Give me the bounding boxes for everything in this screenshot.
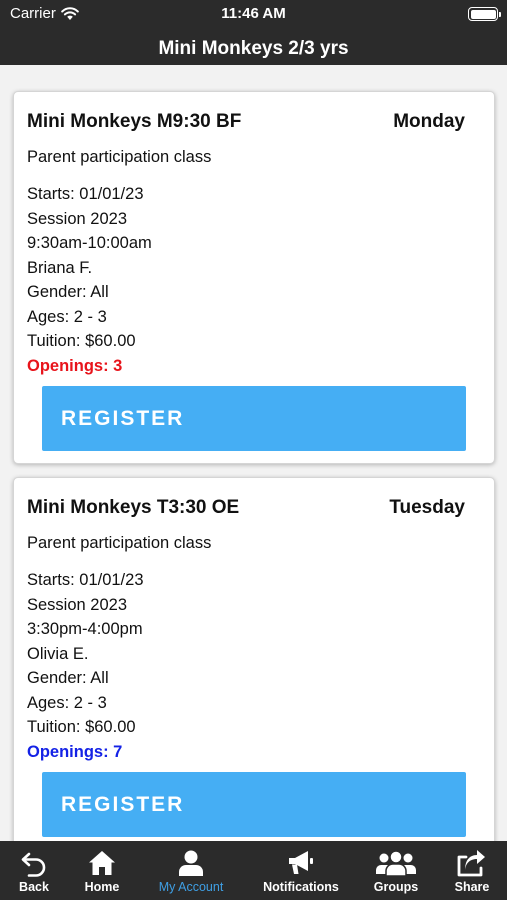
class-gender: Gender: All (27, 283, 109, 301)
class-day: Monday (393, 111, 465, 132)
user-icon (179, 850, 203, 876)
tab-groups[interactable]: Groups (372, 841, 420, 900)
class-tuition: Tuition: $60.00 (27, 332, 136, 350)
class-details: Starts: 01/01/23 Session 2023 9:30am-10:… (27, 182, 152, 378)
class-name: Mini Monkeys M9:30 BF (27, 111, 242, 132)
class-session: Session 2023 (27, 595, 127, 614)
class-session: Session 2023 (27, 209, 127, 228)
class-ages: Ages: 2 - 3 (27, 307, 107, 326)
class-instructor: Briana F. (27, 258, 93, 277)
home-icon (89, 851, 115, 875)
tab-label: Back (19, 880, 49, 894)
class-list[interactable]: Mini Monkeys M9:30 BF Monday Parent part… (0, 65, 507, 841)
class-ages: Ages: 2 - 3 (27, 693, 107, 712)
tab-label: Groups (373, 880, 419, 894)
class-day: Tuesday (389, 497, 465, 518)
tab-share[interactable]: Share (450, 841, 494, 900)
class-details: Starts: 01/01/23 Session 2023 3:30pm-4:0… (27, 568, 144, 764)
tab-label: My Account (158, 880, 224, 894)
tab-label: Home (84, 880, 120, 894)
class-tuition: Tuition: $60.00 (27, 718, 136, 736)
tab-label: Share (454, 880, 490, 894)
class-description: Parent participation class (27, 534, 212, 552)
class-card-header: Mini Monkeys T3:30 OE Tuesday (27, 497, 465, 519)
group-icon (376, 850, 416, 877)
tab-bar: Back Home My Account Notifications Group… (0, 841, 507, 900)
tab-label: Notifications (263, 880, 339, 894)
class-description: Parent participation class (27, 148, 212, 166)
class-card: Mini Monkeys T3:30 OE Tuesday Parent par… (13, 477, 495, 841)
top-bar: Carrier 11:46 AM Mini Monkeys 2/3 yrs (0, 0, 507, 65)
share-icon (457, 850, 485, 877)
tab-notifications[interactable]: Notifications (258, 841, 344, 900)
class-time: 3:30pm-4:00pm (27, 620, 143, 638)
class-card: Mini Monkeys M9:30 BF Monday Parent part… (13, 91, 495, 464)
register-button[interactable]: REGISTER (42, 386, 466, 451)
tab-back[interactable]: Back (14, 841, 54, 900)
clock: 11:46 AM (221, 5, 286, 22)
battery-icon (468, 7, 501, 21)
class-gender: Gender: All (27, 669, 109, 687)
page-title: Mini Monkeys 2/3 yrs (158, 38, 349, 59)
tab-my-account[interactable]: My Account (150, 841, 232, 900)
status-bar: Carrier 11:46 AM (0, 0, 507, 30)
class-card-header: Mini Monkeys M9:30 BF Monday (27, 111, 465, 133)
class-openings: Openings: 3 (27, 356, 123, 375)
tab-home[interactable]: Home (82, 841, 122, 900)
class-openings: Openings: 7 (27, 742, 123, 761)
class-time: 9:30am-10:00am (27, 234, 152, 252)
class-start-date: Starts: 01/01/23 (27, 185, 144, 203)
megaphone-icon (289, 851, 313, 874)
class-name: Mini Monkeys T3:30 OE (27, 497, 240, 518)
class-start-date: Starts: 01/01/23 (27, 571, 144, 589)
register-button[interactable]: REGISTER (42, 772, 466, 837)
back-arrow-icon (21, 852, 46, 877)
class-instructor: Olivia E. (27, 644, 89, 663)
